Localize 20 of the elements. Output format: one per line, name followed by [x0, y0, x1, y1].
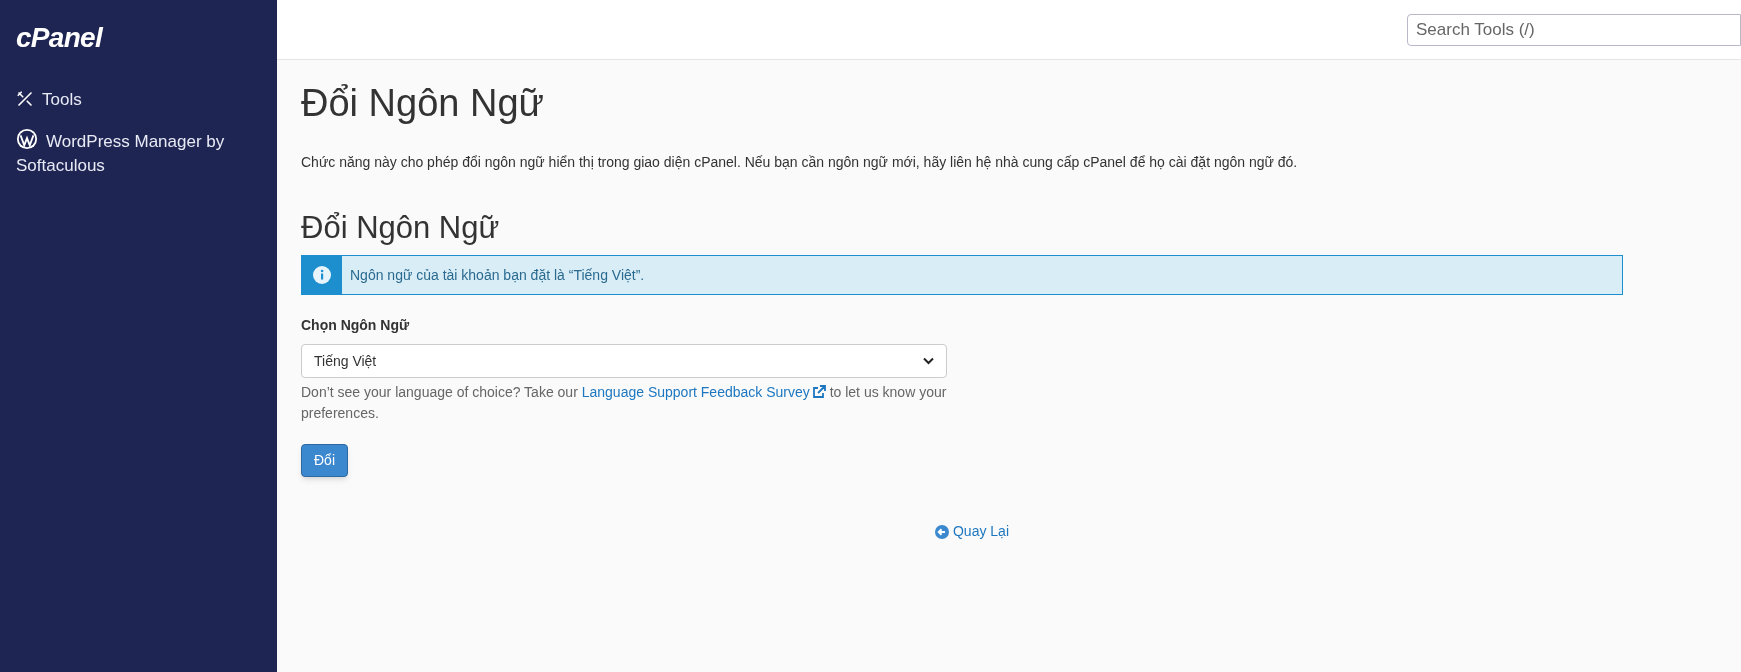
- alert-message: Ngôn ngữ của tài khoản bạn đặt là “Tiếng Việt”.: [349, 265, 645, 285]
- back-link[interactable]: Quay Lại: [934, 521, 1009, 543]
- page-description: Chức năng này cho phép đổi ngôn ngữ hiển thị trong giao diện cPanel. Nếu bạn cần ngôn ngữ mới, hãy liên hệ nhà cung cấp cPanel để họ cài đặt ngôn ngữ đó.: [301, 152, 1299, 172]
- cpanel-logo[interactable]: cPanel: [16, 24, 103, 52]
- language-select[interactable]: Tiếng Việt: [301, 344, 947, 379]
- wordpress-logo-icon: [16, 128, 38, 150]
- external-link-icon: [811, 385, 826, 400]
- section-title: Đổi Ngôn Ngữ: [301, 208, 501, 247]
- submit-button[interactable]: Đổi: [301, 444, 348, 478]
- page-title: Đổi Ngôn Ngữ: [301, 81, 545, 126]
- chevron-down-icon: [923, 357, 934, 366]
- survey-link[interactable]: Language Support Feedback Survey: [581, 384, 826, 401]
- search-field[interactable]: Search Tools (/): [1407, 13, 1741, 46]
- sidebar-item[interactable]: Tools: [16, 88, 261, 112]
- help-text: Don’t see your language of choice? Take our Language Support Feedback Survey to let us know your preferences.: [301, 383, 947, 424]
- info-icon: [312, 265, 332, 286]
- arrow-left-circle-icon: [934, 524, 949, 539]
- select-label: Chọn Ngôn Ngữ: [301, 316, 411, 336]
- tools-icon: [16, 90, 34, 108]
- sidebar-item[interactable]: WordPress Manager by Softaculous: [16, 128, 261, 178]
